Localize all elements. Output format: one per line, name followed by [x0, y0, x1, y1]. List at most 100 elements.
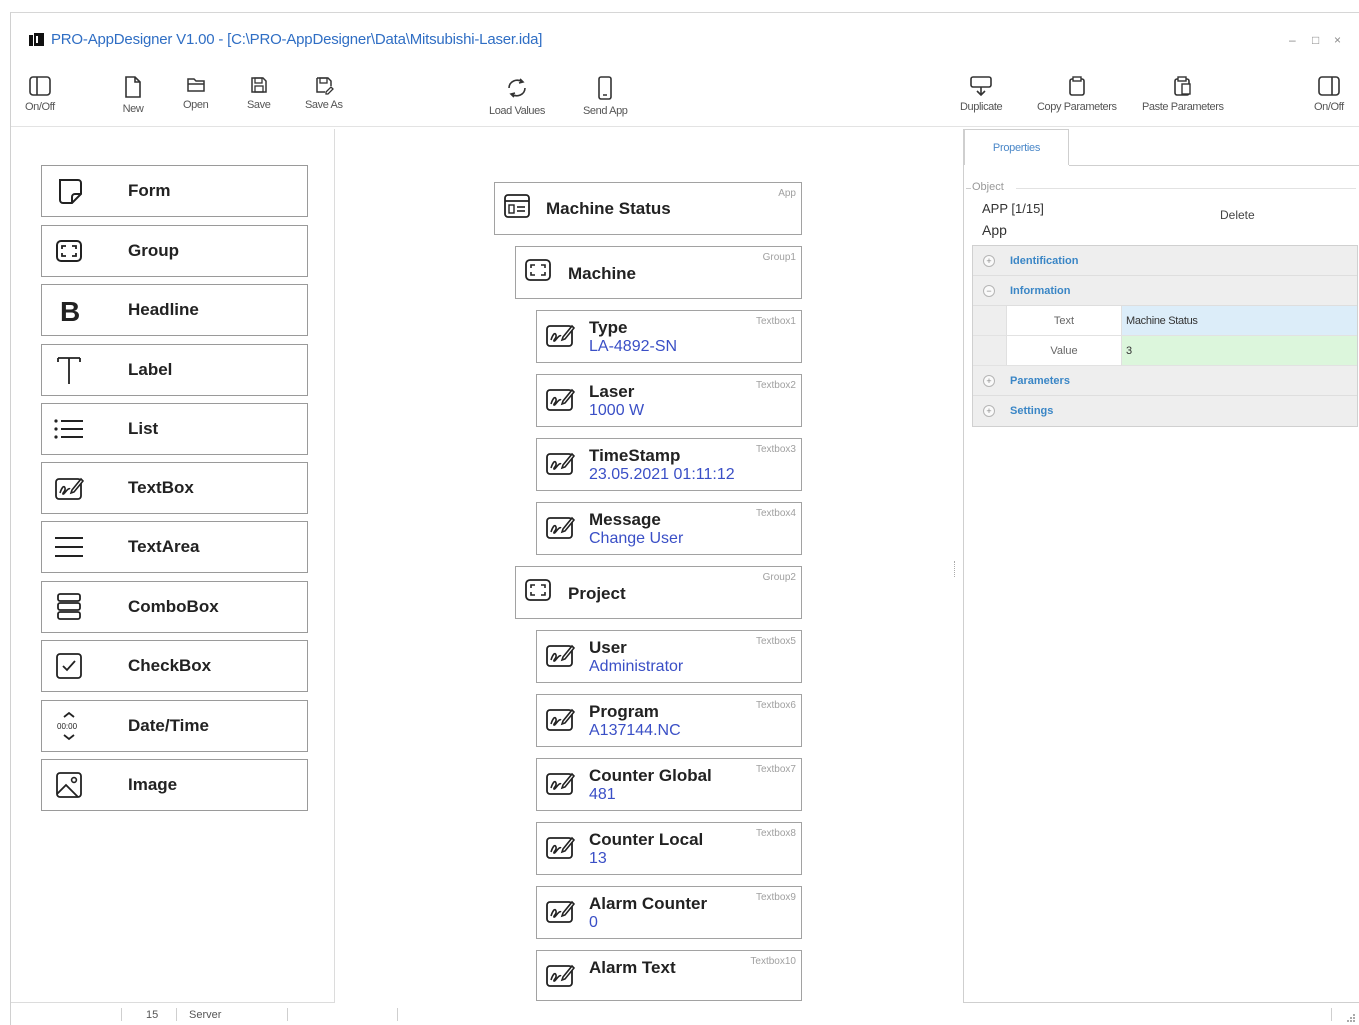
- textbox-icon: [55, 477, 84, 500]
- node-tag: Textbox3: [755, 444, 796, 455]
- new-label: New: [122, 103, 144, 115]
- property-row[interactable]: Value 3: [973, 336, 1357, 366]
- duplicate-label: Duplicate: [960, 101, 1003, 113]
- textbox-node[interactable]: Counter Global 481 Textbox7: [536, 758, 802, 811]
- textbox-node[interactable]: Message Change User Textbox4: [536, 502, 802, 555]
- save-as-icon: [316, 77, 334, 95]
- paste-parameters-label: Paste Parameters: [1142, 101, 1224, 113]
- textbox-icon: [546, 516, 575, 539]
- panel-left-icon: [29, 76, 51, 96]
- node-title: Machine Status: [546, 199, 671, 218]
- load-values-button[interactable]: Load Values: [489, 75, 545, 117]
- copy-parameters-label: Copy Parameters: [1037, 101, 1117, 113]
- toggle-left-panel-button[interactable]: On/Off: [25, 75, 55, 113]
- node-title: Project: [568, 584, 626, 603]
- palette-item-label[interactable]: Label: [41, 344, 308, 396]
- palette-label: Group: [128, 241, 179, 260]
- phone-icon: [598, 76, 613, 100]
- app-logo-icon: [29, 33, 44, 46]
- textbox-node[interactable]: TimeStamp 23.05.2021 01:11:12 Textbox3: [536, 438, 802, 491]
- palette-label: Image: [128, 775, 178, 794]
- expand-icon[interactable]: +: [983, 374, 995, 387]
- node-title: Counter Global: [589, 766, 712, 785]
- status-mode: Server: [189, 1009, 222, 1021]
- palette-item-datetime[interactable]: 00:00 Date/Time: [41, 700, 308, 752]
- palette-label: TextBox: [128, 478, 194, 497]
- duplicate-button[interactable]: Duplicate: [960, 75, 1003, 113]
- palette-label: Label: [128, 360, 173, 379]
- palette-item-checkbox[interactable]: CheckBox: [41, 640, 308, 692]
- design-canvas: Machine Status App Machine Group1 Type L…: [336, 129, 960, 1003]
- textbox-node[interactable]: Laser 1000 W Textbox2: [536, 374, 802, 427]
- send-app-button[interactable]: Send App: [583, 75, 628, 117]
- property-value-text[interactable]: Machine Status: [1122, 306, 1357, 335]
- group-node[interactable]: Project Group2: [515, 566, 802, 619]
- palette-item-list[interactable]: List: [41, 403, 308, 455]
- node-tag: Textbox9: [755, 892, 796, 903]
- category-information[interactable]: − Information: [973, 276, 1357, 306]
- property-value-value[interactable]: 3: [1122, 336, 1357, 365]
- minimize-button[interactable]: –: [1289, 33, 1296, 47]
- textbox-node[interactable]: Counter Local 13 Textbox8: [536, 822, 802, 875]
- collapse-icon[interactable]: −: [983, 284, 995, 297]
- palette-item-image[interactable]: Image: [41, 759, 308, 811]
- panel-right-icon: [1318, 76, 1340, 96]
- node-title: User: [589, 638, 627, 657]
- palette-item-form[interactable]: Form: [41, 165, 308, 217]
- property-name: Value: [1006, 336, 1122, 365]
- node-title: Type: [589, 318, 628, 337]
- object-type: App: [982, 222, 1007, 238]
- node-tag: Textbox4: [755, 508, 796, 519]
- textbox-node[interactable]: Type LA-4892-SN Textbox1: [536, 310, 802, 363]
- property-row[interactable]: Text Machine Status: [973, 306, 1357, 336]
- expand-icon[interactable]: +: [983, 405, 995, 417]
- tab-properties[interactable]: Properties: [964, 129, 1069, 165]
- textbox-node[interactable]: Alarm Counter 0 Textbox9: [536, 886, 802, 939]
- paste-parameters-button[interactable]: Paste Parameters: [1142, 75, 1224, 113]
- palette-item-textbox[interactable]: TextBox: [41, 462, 308, 514]
- textbox-icon: [546, 644, 575, 667]
- group-node[interactable]: Machine Group1: [515, 246, 802, 299]
- node-title: Counter Local: [589, 830, 704, 849]
- new-button[interactable]: New: [121, 75, 145, 115]
- load-values-label: Load Values: [489, 105, 545, 117]
- textbox-node[interactable]: User Administrator Textbox5: [536, 630, 802, 683]
- delete-button[interactable]: Delete: [1220, 208, 1255, 222]
- duplicate-icon: [970, 76, 992, 97]
- palette-item-headline[interactable]: B Headline: [41, 284, 308, 336]
- title-bar: PRO-AppDesigner V1.00 - [C:\PRO-AppDesig…: [11, 13, 1359, 65]
- category-parameters[interactable]: + Parameters: [973, 366, 1357, 396]
- save-button[interactable]: Save: [247, 75, 271, 111]
- toggle-right-panel-button[interactable]: On/Off: [1314, 75, 1344, 113]
- resize-grip-icon[interactable]: [1347, 1014, 1355, 1022]
- textbox-node[interactable]: Alarm Text Textbox10: [536, 950, 802, 1001]
- maximize-button[interactable]: □: [1312, 33, 1319, 47]
- datetime-icon: 00:00: [57, 711, 78, 741]
- palette-item-combobox[interactable]: ComboBox: [41, 581, 308, 633]
- copy-parameters-button[interactable]: Copy Parameters: [1037, 75, 1117, 113]
- node-value: 0: [589, 914, 598, 931]
- node-value: A137144.NC: [589, 722, 681, 739]
- palette-label: ComboBox: [128, 597, 219, 616]
- category-settings[interactable]: + Settings: [973, 396, 1357, 426]
- close-button[interactable]: ×: [1334, 33, 1341, 47]
- expand-icon[interactable]: +: [983, 254, 995, 267]
- new-file-icon: [125, 76, 141, 98]
- textbox-node[interactable]: Program A137144.NC Textbox6: [536, 694, 802, 747]
- save-as-button[interactable]: Save As: [305, 75, 343, 111]
- group-icon: [56, 240, 82, 262]
- list-icon: [54, 419, 83, 439]
- folder-open-icon: [186, 78, 205, 92]
- palette-label: Form: [128, 181, 171, 200]
- splitter-handle[interactable]: [954, 561, 956, 577]
- palette-item-textarea[interactable]: TextArea: [41, 521, 308, 573]
- property-name: Text: [1006, 306, 1122, 335]
- divider: [1016, 188, 1356, 189]
- open-button[interactable]: Open: [183, 75, 209, 111]
- clipboard-icon: [1068, 76, 1085, 96]
- category-identification[interactable]: + Identification: [973, 246, 1357, 276]
- node-tag: Group2: [762, 572, 796, 583]
- category-label: Information: [1010, 284, 1071, 297]
- palette-item-group[interactable]: Group: [41, 225, 308, 277]
- app-node[interactable]: Machine Status App: [494, 182, 802, 235]
